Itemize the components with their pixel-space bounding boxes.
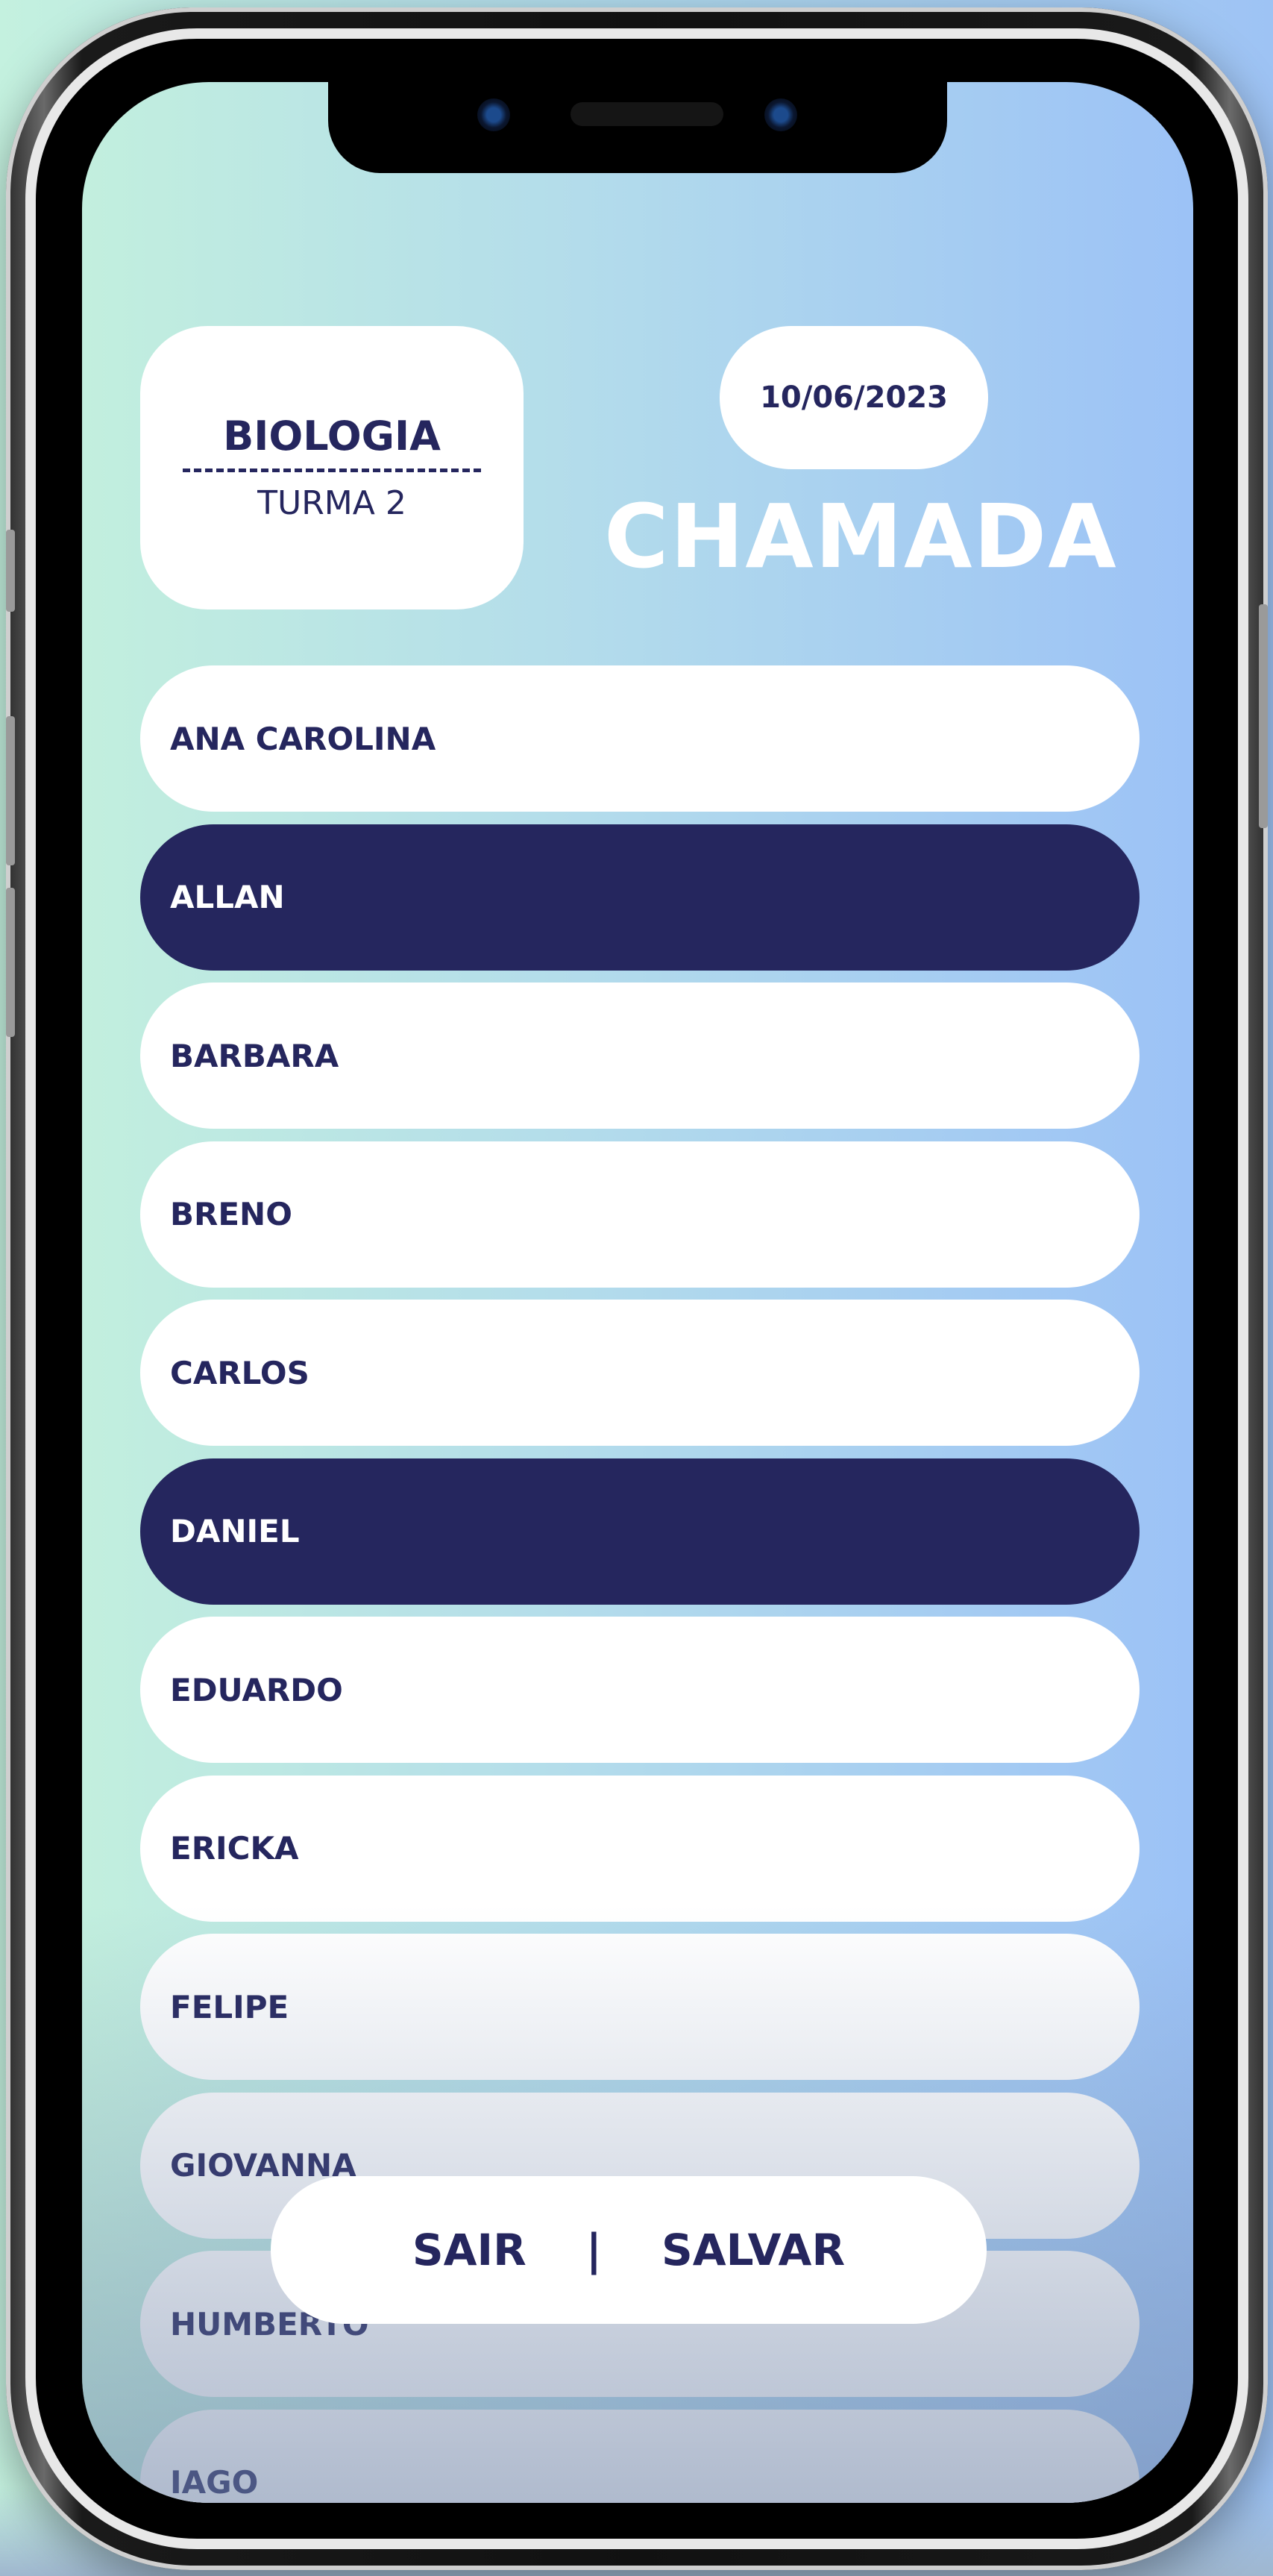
student-name: ALLAN xyxy=(170,879,285,915)
student-name: BARBARA xyxy=(170,1037,339,1074)
phone-screen: BIOLOGIA TURMA 2 10/06/2023 CHAMADA ANA … xyxy=(82,82,1193,2503)
class-info-card: BIOLOGIA TURMA 2 xyxy=(140,326,524,609)
phone-side-button xyxy=(6,530,15,612)
student-name: FELIPE xyxy=(170,1988,289,2025)
sensor-icon xyxy=(764,98,797,131)
save-button[interactable]: SALVAR xyxy=(661,2225,845,2275)
subject-title: BIOLOGIA xyxy=(223,412,441,460)
student-row[interactable]: FELIPE xyxy=(140,1934,1140,2080)
student-row[interactable]: ERICKA xyxy=(140,1775,1140,1922)
student-name: EDUARDO xyxy=(170,1671,343,1708)
student-row[interactable]: DANIEL xyxy=(140,1458,1140,1605)
student-name: BRENO xyxy=(170,1196,292,1232)
student-name: CARLOS xyxy=(170,1354,309,1391)
action-bar: SAIR | SALVAR xyxy=(271,2176,987,2324)
student-row[interactable]: ALLAN xyxy=(140,824,1140,971)
phone-side-button xyxy=(6,716,15,865)
student-row[interactable]: ANA CAROLINA xyxy=(140,665,1140,812)
student-name: ERICKA xyxy=(170,1830,299,1867)
phone-side-button xyxy=(1259,604,1268,828)
exit-button[interactable]: SAIR xyxy=(412,2225,527,2275)
student-row[interactable]: CARLOS xyxy=(140,1300,1140,1446)
class-name: TURMA 2 xyxy=(257,483,406,522)
phone-side-button xyxy=(6,888,15,1037)
student-row[interactable]: IAGO xyxy=(140,2409,1140,2503)
student-name: ANA CAROLINA xyxy=(170,720,436,757)
action-separator: | xyxy=(585,2225,602,2275)
camera-icon xyxy=(477,98,510,131)
notch xyxy=(328,82,947,173)
page-title: CHAMADA xyxy=(604,485,1118,588)
dashed-divider xyxy=(183,468,481,472)
student-row[interactable]: BRENO xyxy=(140,1141,1140,1288)
student-name: IAGO xyxy=(170,2464,259,2501)
student-row[interactable]: BARBARA xyxy=(140,983,1140,1129)
speaker-grille xyxy=(571,102,723,126)
student-row[interactable]: EDUARDO xyxy=(140,1617,1140,1763)
date-badge: 10/06/2023 xyxy=(720,326,988,469)
student-name: DANIEL xyxy=(170,1513,300,1549)
